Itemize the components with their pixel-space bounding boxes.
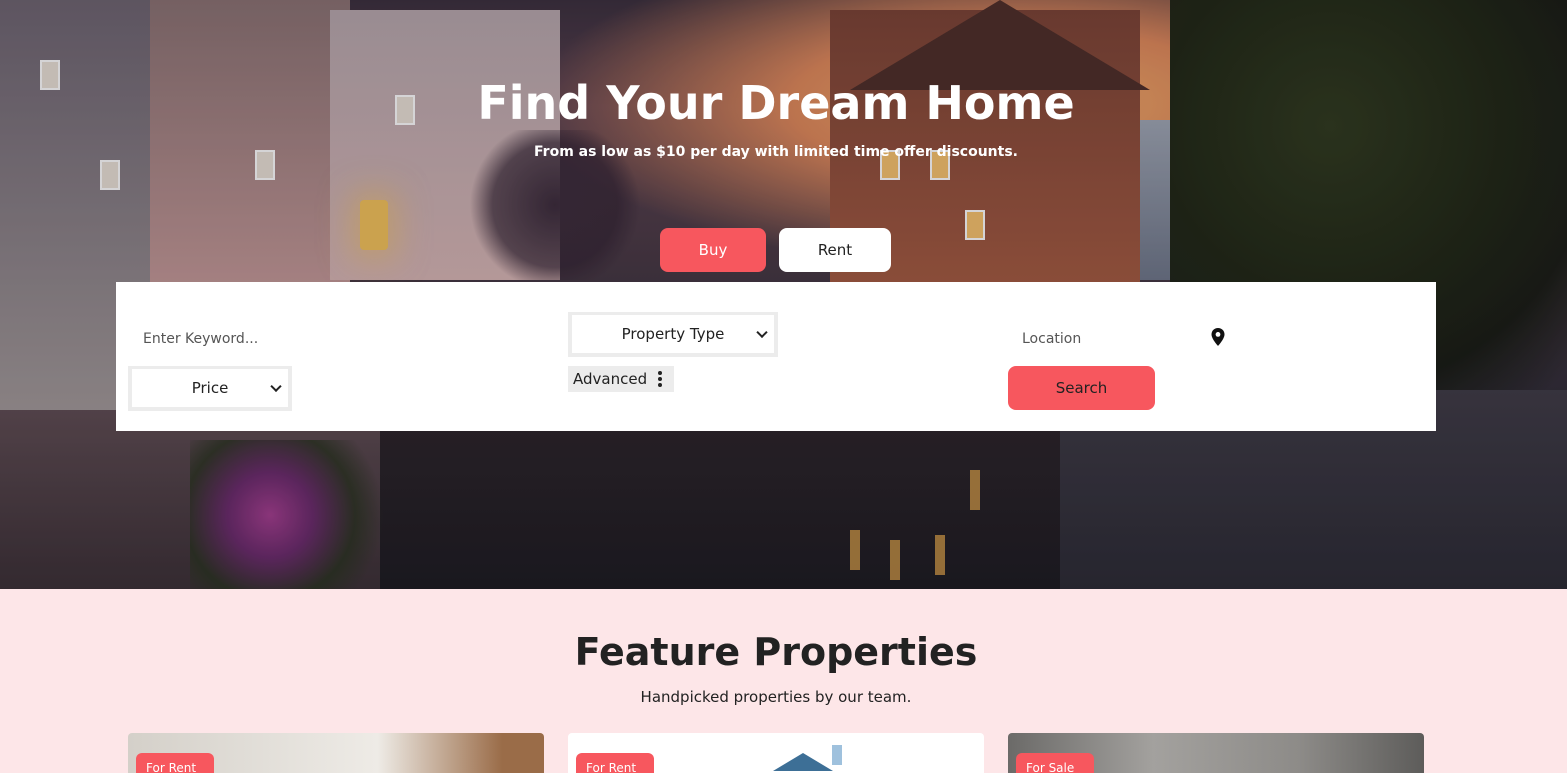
house-illustration: [773, 753, 833, 771]
status-badge: For Rent: [136, 753, 214, 773]
status-badge: For Rent: [576, 753, 654, 773]
tab-buy[interactable]: Buy: [660, 228, 766, 272]
property-type-label: Property Type: [621, 325, 725, 343]
more-vertical-icon: [658, 371, 662, 387]
chevron-down-icon: [270, 380, 282, 393]
price-label: Price: [191, 379, 229, 397]
hero-section: Find Your Dream Home From as low as $10 …: [0, 0, 1567, 589]
advanced-label: Advanced: [573, 370, 648, 388]
property-type-select[interactable]: Property Type: [568, 312, 778, 357]
hero-title: Find Your Dream Home: [477, 76, 1075, 130]
tab-rent[interactable]: Rent: [779, 228, 891, 272]
property-card[interactable]: For Rent: [568, 733, 984, 773]
status-badge: For Sale: [1016, 753, 1094, 773]
keyword-input[interactable]: [130, 320, 430, 358]
price-select[interactable]: Price: [128, 366, 292, 411]
house-chimney: [832, 745, 842, 765]
section-subtitle: Handpicked properties by our team.: [640, 688, 912, 706]
search-button[interactable]: Search: [1008, 366, 1155, 410]
chevron-down-icon: [756, 326, 768, 339]
section-title: Feature Properties: [574, 630, 978, 674]
search-panel: Property Type Price Advanced Search: [116, 282, 1436, 431]
location-input[interactable]: [1009, 320, 1209, 358]
hero-subtitle: From as low as $10 per day with limited …: [534, 144, 1018, 160]
map-pin-icon: [1211, 328, 1225, 346]
property-card[interactable]: For Rent: [128, 733, 544, 773]
advanced-toggle[interactable]: Advanced: [568, 366, 674, 392]
property-card[interactable]: For Sale: [1008, 733, 1424, 773]
